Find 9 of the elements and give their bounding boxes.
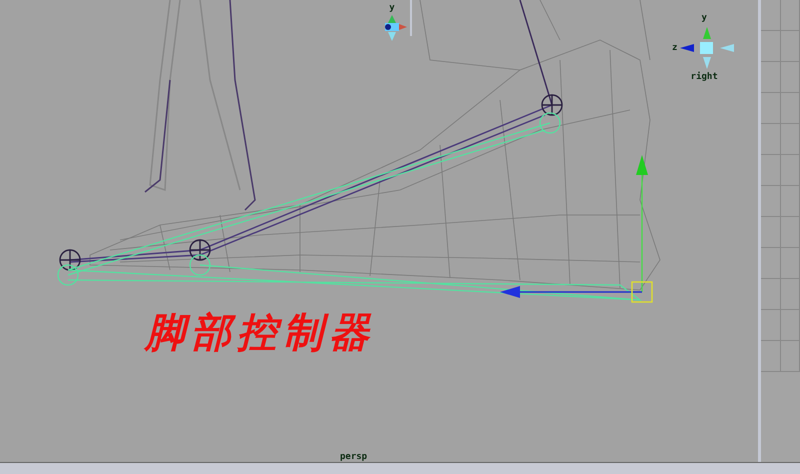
- axis-label: y: [389, 4, 395, 13]
- axis-label: z: [672, 44, 678, 52]
- axis-label: y: [702, 14, 707, 23]
- view-label: right: [690, 73, 718, 82]
- foot-control-handle-drawing[interactable]: [500, 155, 653, 303]
- caption-text: 脚部控制器: [145, 308, 375, 358]
- time-slider-bar[interactable]: [0, 462, 800, 474]
- view-cube-icon[interactable]: [678, 25, 736, 71]
- camera-label: persp: [340, 452, 368, 462]
